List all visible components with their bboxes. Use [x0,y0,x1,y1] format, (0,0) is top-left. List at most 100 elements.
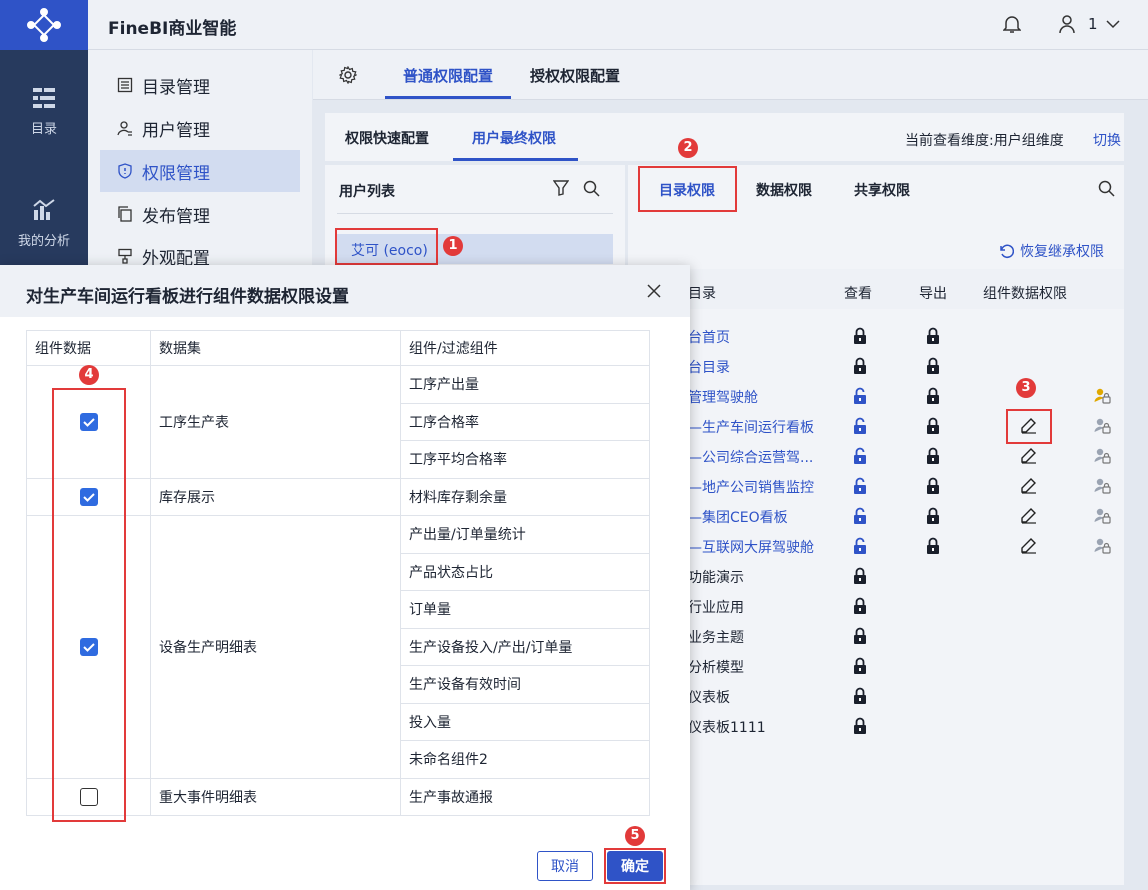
tab-data-permission[interactable]: 数据权限 [756,180,812,200]
tab-grant-permission[interactable]: 授权权限配置 [530,65,620,86]
lock-icon[interactable] [853,687,867,705]
component-cell: 未命名组件2 [400,740,650,779]
lock-icon[interactable] [926,417,940,435]
search-icon[interactable] [1098,180,1115,197]
nav-item-catalog-mgmt[interactable]: 目录管理 [100,64,300,106]
user-lock-icon[interactable] [1094,417,1111,435]
table-row[interactable]: 分析模型 [680,651,1120,681]
filter-icon[interactable] [553,180,569,196]
lock-icon[interactable] [853,327,867,345]
highlight-box-3 [1006,409,1052,444]
row-name: 仪表板 [688,690,730,706]
highlight-box-1 [335,228,438,265]
lock-icon[interactable] [926,387,940,405]
unlocked-icon[interactable] [853,417,867,435]
lock-icon[interactable] [926,537,940,555]
search-icon[interactable] [583,180,600,197]
table-row[interactable]: —公司综合运营驾... [680,441,1120,471]
table-row[interactable]: 业务主题 [680,621,1120,651]
table-row[interactable]: 仪表板 [680,681,1120,711]
user-menu[interactable]: 1 [1058,14,1120,34]
table-row[interactable]: —地产公司销售监控 [680,471,1120,501]
unlocked-icon[interactable] [853,387,867,405]
tab-normal-permission[interactable]: 普通权限配置 [403,65,493,86]
lock-icon[interactable] [926,447,940,465]
nav-item-user-mgmt[interactable]: 用户管理 [100,107,300,149]
step-badge-2: 2 [678,138,698,158]
nav-item-label: 目录管理 [142,77,210,98]
row-name: 台首页 [688,330,730,346]
unlocked-icon[interactable] [853,507,867,525]
lock-icon[interactable] [853,657,867,675]
col-view: 查看 [844,286,872,302]
step-badge-5: 5 [625,826,645,846]
user-lock-icon[interactable] [1094,507,1111,525]
tab-share-permission[interactable]: 共享权限 [854,180,910,200]
restore-label: 恢复继承权限 [1020,244,1104,260]
table-row[interactable]: 管理驾驶舱 [680,381,1120,411]
edit-icon[interactable] [1020,507,1037,525]
col-component-data: 组件数据权限 [983,286,1067,302]
user-lock-icon[interactable] [1094,447,1111,465]
unlocked-icon[interactable] [853,477,867,495]
row-name: 台目录 [688,360,730,376]
row-name: —互联网大屏驾驶舱 [688,540,814,556]
tab-user-final-permission[interactable]: 用户最终权限 [472,128,556,148]
lock-icon[interactable] [926,357,940,375]
highlight-box-2 [638,166,737,212]
table-row[interactable]: 台目录 [680,351,1120,381]
col-component: 组件/过滤组件 [400,330,650,366]
step-badge-4: 4 [79,365,99,385]
settings-gear-icon[interactable] [339,66,357,84]
table-row[interactable]: 功能演示 [680,561,1120,591]
row-name: 行业应用 [688,600,744,616]
tab-quick-config[interactable]: 权限快速配置 [345,128,429,148]
edit-icon[interactable] [1020,447,1037,465]
step-badge-1: 1 [443,236,463,256]
edit-icon[interactable] [1020,477,1037,495]
restore-inherit-button[interactable]: 恢复继承权限 [998,241,1104,261]
edit-icon[interactable] [1020,537,1037,555]
lock-icon[interactable] [853,567,867,585]
bell-icon[interactable] [1003,14,1021,34]
cancel-button[interactable]: 取消 [537,851,593,881]
table-row[interactable]: —互联网大屏驾驶舱 [680,531,1120,561]
lock-icon[interactable] [926,327,940,345]
close-icon[interactable] [646,283,662,299]
divider [337,213,613,214]
catalog-icon [33,88,55,108]
nav-item-label: 权限管理 [142,163,210,184]
nav-item-label: 用户管理 [142,120,210,141]
side-item-analysis[interactable]: 我的分析 [0,198,88,249]
nav-item-publish-mgmt[interactable]: 发布管理 [100,193,300,235]
side-item-catalog[interactable]: 目录 [0,86,88,137]
copy-icon [116,205,134,223]
lock-icon[interactable] [853,357,867,375]
table-row[interactable]: 行业应用 [680,591,1120,621]
sub-tabs: 权限快速配置 用户最终权限 当前查看维度:用户组维度 切换 [325,113,1124,161]
col-export: 导出 [919,286,947,302]
table-row[interactable]: 台首页 [680,321,1120,351]
unlocked-icon[interactable] [853,537,867,555]
lock-icon[interactable] [853,627,867,645]
analysis-icon [33,199,55,220]
permission-type-tabs: 普通权限配置 授权权限配置 [313,50,1148,100]
row-name: 功能演示 [688,570,744,586]
lock-icon[interactable] [926,507,940,525]
table-row[interactable]: —生产车间运行看板 [680,411,1120,441]
nav-item-permission-mgmt[interactable]: 权限管理 [100,150,300,192]
switch-link[interactable]: 切换 [1093,130,1121,150]
lock-icon[interactable] [926,477,940,495]
table-row[interactable]: 仪表板1111 [680,711,1120,741]
lock-icon[interactable] [853,717,867,735]
unlocked-icon[interactable] [853,447,867,465]
app-logo[interactable] [0,0,88,50]
user-lock-icon[interactable] [1094,387,1111,405]
lock-icon[interactable] [853,597,867,615]
dataset-cell: 工序生产表 [150,365,401,479]
table-row[interactable]: —集团CEO看板 [680,501,1120,531]
row-name: —生产车间运行看板 [688,420,814,436]
component-cell: 材料库存剩余量 [400,477,650,516]
user-lock-icon[interactable] [1094,477,1111,495]
user-lock-icon[interactable] [1094,537,1111,555]
